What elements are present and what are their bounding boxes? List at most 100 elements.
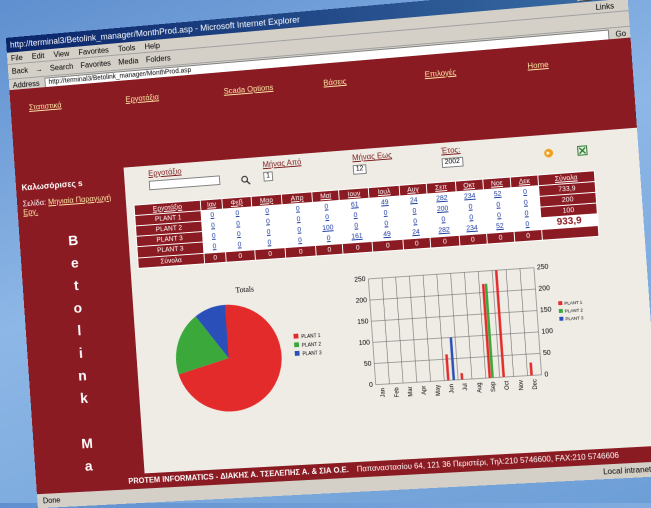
nav-databases[interactable]: Βάσεις: [323, 71, 425, 88]
footer-cell: 0: [403, 237, 432, 250]
brand-letter: [79, 410, 92, 433]
grid-line: [520, 269, 528, 376]
menu-view[interactable]: View: [53, 49, 69, 59]
bar-chart: 0 0 50 50 100 100 150 150 200 200 250 250 Jan Feb Mar A…: [339, 253, 624, 420]
nav-options[interactable]: Επιλογές: [424, 62, 527, 79]
footer-cell: 0: [430, 235, 459, 248]
legend-label: PLANT 1: [564, 300, 583, 306]
excel-export-icon[interactable]: [577, 145, 588, 156]
brand-letter: B: [67, 230, 80, 253]
grid-line: [423, 275, 430, 381]
x-tick-label: Jan: [380, 388, 387, 398]
bar-plant-1: [529, 362, 532, 375]
media-button[interactable]: Media: [118, 56, 139, 66]
month-to-select[interactable]: 12: [353, 164, 367, 175]
legend-label: PLANT 3: [302, 350, 322, 357]
menu-favorites[interactable]: Favorites: [78, 45, 109, 56]
y-tick-label: 150: [357, 318, 369, 326]
status-text: Done: [43, 496, 61, 505]
x-tick-label: Jun: [449, 384, 456, 394]
forward-button[interactable]: →: [35, 65, 43, 74]
grid-line: [371, 311, 537, 322]
brand-letter: n: [76, 365, 89, 388]
nav-home[interactable]: Home: [527, 53, 632, 70]
month-from-filter: Μήνας Από 1: [262, 158, 302, 182]
year-label: Έτος:: [441, 145, 463, 155]
y-tick-label: 50: [364, 361, 372, 369]
grid-line: [370, 289, 536, 300]
menu-help[interactable]: Help: [144, 41, 160, 51]
web-page: Στατιστικά Εργοτάξια Scada Options Βάσει…: [9, 38, 651, 482]
legend-label: PLANT 2: [565, 307, 584, 313]
pie-title: Totals: [235, 284, 254, 294]
grid-line: [506, 270, 514, 377]
footer-cell: 0: [285, 245, 316, 258]
back-button[interactable]: Back: [12, 66, 29, 76]
legend-swatch: [293, 334, 298, 339]
bar-plant-1: [460, 373, 463, 380]
legend-swatch: [559, 317, 563, 321]
brand-letter: o: [71, 297, 84, 320]
y-tick-label: 200: [538, 285, 550, 293]
month-from-select[interactable]: 1: [263, 171, 273, 181]
y-tick-label: 100: [541, 328, 553, 336]
search-button[interactable]: Search: [50, 62, 74, 72]
favorites-button[interactable]: Favorites: [80, 59, 111, 70]
x-tick-label: Aug: [477, 382, 484, 393]
footer-cell: 0: [514, 230, 541, 243]
search-icon[interactable]: [241, 175, 251, 185]
main-content: Εργοτάξιο Μήνας Από 1 Μήνας Εως 12 Έτος:: [124, 128, 651, 476]
brand-letter: k: [78, 388, 91, 411]
y-tick-label: 200: [356, 297, 368, 305]
worksite-input[interactable]: [149, 175, 221, 190]
folders-button[interactable]: Folders: [146, 54, 171, 65]
grid-line: [409, 276, 416, 382]
x-tick-label: Mar: [408, 386, 415, 396]
y-tick-label: 150: [540, 306, 552, 314]
y-tick-label: 0: [369, 382, 374, 389]
legend-swatch: [559, 309, 563, 313]
brand-letter: M: [81, 433, 94, 456]
footer-cell: 0: [372, 239, 403, 252]
links-button[interactable]: Links: [595, 1, 614, 11]
brand-letter: e: [68, 252, 81, 275]
bar-plant-1: [495, 270, 505, 377]
y-tick-label: 50: [543, 350, 552, 358]
footer-cell: 0: [204, 252, 226, 264]
grid-line: [396, 277, 403, 383]
y-tick-label: 100: [358, 339, 370, 347]
grid-line: [534, 268, 542, 375]
go-arrow-icon[interactable]: [543, 148, 554, 158]
bar-plant-1: [445, 354, 449, 380]
legend-label: PLANT 1: [301, 333, 321, 340]
zone-text: Local intranet: [603, 462, 651, 479]
y-tick-label: 250: [537, 263, 549, 271]
legend-label: PLANT 3: [565, 315, 584, 321]
year-select[interactable]: 2002: [442, 157, 464, 168]
y-tick-label: 250: [354, 276, 366, 284]
menu-file[interactable]: File: [11, 53, 23, 62]
sidebar: Καλωσόρισες s Σελίδα: Μηνιαία Παραγωγή Ε…: [15, 168, 144, 481]
nav-scada-options[interactable]: Scada Options: [223, 79, 323, 96]
grid-line: [373, 332, 539, 342]
x-tick-label: Feb: [394, 387, 401, 397]
y-tick-label: 0: [544, 371, 549, 378]
brand-letter: l: [73, 320, 86, 343]
footer-cell: 0: [459, 233, 487, 246]
month-to-filter: Μήνας Εως 12: [352, 151, 393, 175]
footer-cell: 0: [226, 250, 255, 262]
footer-cell: 0: [342, 241, 373, 254]
pie-chart: Totals PLANT 1 PLANT 2PLANT 3: [151, 276, 349, 421]
legend-swatch: [558, 301, 562, 305]
footer-cell: 0: [254, 248, 286, 261]
legend-swatch: [294, 342, 299, 347]
menu-edit[interactable]: Edit: [31, 51, 44, 61]
x-tick-label: Oct: [504, 380, 511, 390]
x-tick-label: May: [435, 385, 442, 396]
x-tick-label: Jul: [463, 383, 470, 391]
nav-statistics[interactable]: Στατιστικά: [29, 95, 126, 111]
worksite-filter: Εργοτάξιο: [148, 164, 221, 192]
nav-worksites[interactable]: Εργοτάξια: [125, 87, 224, 104]
brand-letter: i: [74, 342, 87, 365]
menu-tools[interactable]: Tools: [118, 43, 136, 53]
